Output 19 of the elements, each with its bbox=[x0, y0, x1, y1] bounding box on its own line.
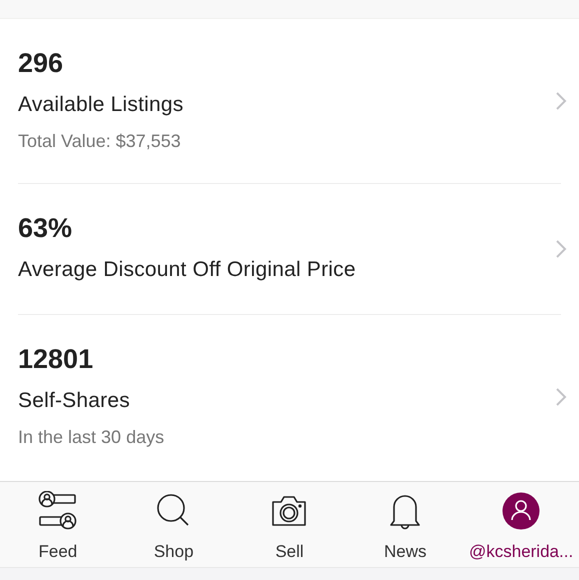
stat-value: 12801 bbox=[18, 343, 94, 375]
chevron-right-icon[interactable] bbox=[555, 387, 567, 407]
people-list-icon bbox=[36, 491, 79, 531]
stat-subtitle: Total Value: $37,553 bbox=[18, 130, 182, 153]
stat-title: Average Discount Off Original Price bbox=[18, 257, 357, 283]
tab[interactable]: Sell bbox=[232, 482, 348, 567]
stat-title: Self-Shares bbox=[18, 388, 131, 414]
avatar-icon bbox=[502, 492, 540, 530]
tab[interactable]: Shop bbox=[116, 482, 232, 567]
tab[interactable]: News bbox=[347, 482, 464, 567]
stat-value: 63% bbox=[18, 212, 74, 244]
tab[interactable]: @kcsherida... bbox=[463, 482, 579, 567]
chevron-right-icon[interactable] bbox=[555, 239, 567, 259]
stat-title: Available Listings bbox=[18, 92, 184, 118]
camera-icon bbox=[270, 493, 308, 529]
tab[interactable]: Feed bbox=[0, 482, 116, 567]
stat-value: 296 bbox=[18, 47, 64, 79]
chevron-right-icon[interactable] bbox=[555, 91, 567, 111]
stat-subtitle: In the last 30 days bbox=[18, 426, 166, 449]
